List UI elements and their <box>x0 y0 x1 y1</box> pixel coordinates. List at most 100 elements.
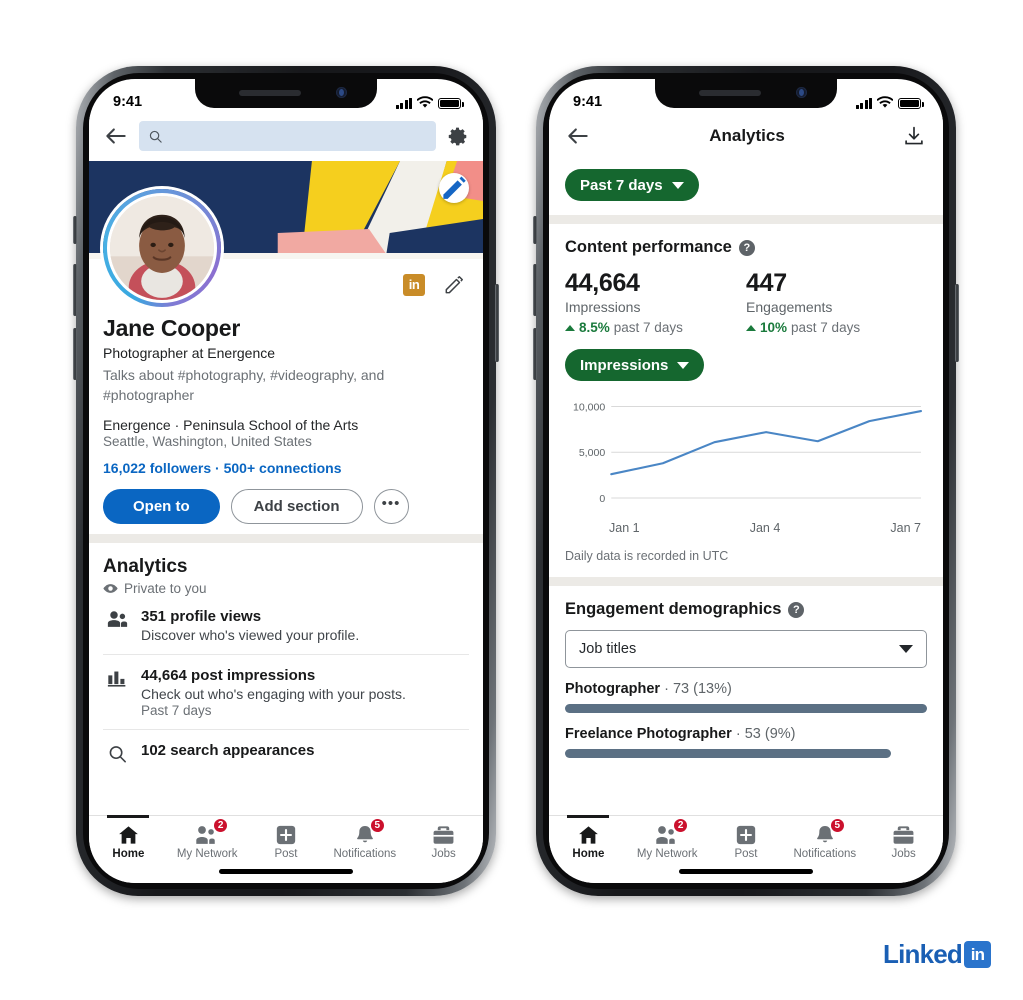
date-filter-bar: Past 7 days <box>549 161 943 215</box>
metric-selector-label: Impressions <box>580 356 669 374</box>
edit-banner-button[interactable] <box>439 173 469 203</box>
bell-icon: 5 <box>814 818 845 846</box>
bottom-nav-right: Home 2 My Network Post 5 Notifications J… <box>549 815 943 883</box>
earpiece-speaker <box>699 90 761 96</box>
nav-item-jobs[interactable]: Jobs <box>404 822 483 860</box>
analytics-row-text: 102 search appearances <box>141 742 314 769</box>
analytics-row-headline: 44,664 post impressions <box>141 666 316 684</box>
metric-trend: 10% past 7 days <box>746 320 927 335</box>
briefcase-icon <box>432 822 455 846</box>
nav-item-post[interactable]: Post <box>247 822 326 860</box>
metric-selector[interactable]: Impressions <box>565 349 705 381</box>
linkedin-logo: Linked in <box>883 939 991 970</box>
analytics-privacy: Private to you <box>103 581 469 596</box>
analytics-row-text: 44,664 post impressions Check out who's … <box>141 667 406 718</box>
notch <box>655 79 837 108</box>
nav-item-home[interactable]: Home <box>89 815 168 860</box>
analytics-row-profile-views[interactable]: 351 profile views Discover who's viewed … <box>103 596 469 655</box>
mute-switch[interactable] <box>533 216 537 244</box>
avatar <box>107 193 217 303</box>
profile-company-school[interactable]: Energence · Peninsula School of the Arts <box>103 417 469 433</box>
metric-trend: 8.5% past 7 days <box>565 320 746 335</box>
demographic-name: Freelance Photographer <box>565 726 732 742</box>
people-icon: 2 <box>655 818 689 846</box>
engagement-demographics-header: Engagement demographics ? <box>565 600 927 619</box>
chevron-down-icon <box>671 181 684 189</box>
nav-item-home[interactable]: Home <box>549 815 628 860</box>
active-indicator <box>107 815 150 818</box>
demographics-dropdown[interactable]: Job titles <box>565 630 927 668</box>
metric-impressions: 44,664 Impressions 8.5% past 7 days <box>565 269 746 335</box>
volume-down-button[interactable] <box>73 328 77 380</box>
search-input[interactable] <box>139 121 436 151</box>
analytics-section: Analytics Private to you 351 profile vie… <box>89 542 483 780</box>
demographic-percent: (9%) <box>764 726 796 742</box>
download-icon[interactable] <box>903 125 925 147</box>
power-button[interactable] <box>955 284 959 362</box>
add-section-button[interactable]: Add section <box>230 488 363 524</box>
demographic-label: Photographer · 73 (13%) <box>565 681 927 697</box>
demographic-count: 53 <box>744 726 761 742</box>
chevron-down-icon <box>899 645 913 653</box>
people-icon <box>107 608 129 643</box>
section-title: Content performance <box>565 238 732 256</box>
x-tick-label: Jan 1 <box>609 521 640 535</box>
profile-followers-connections[interactable]: 16,022 followers · 500+ connections <box>103 460 469 476</box>
impressions-line-chart: 0 5,000 10,000 <box>565 393 927 518</box>
battery-full-icon <box>438 97 464 109</box>
nav-item-my-network[interactable]: 2 My Network <box>168 818 247 860</box>
back-arrow-icon[interactable] <box>565 123 591 149</box>
power-button[interactable] <box>495 284 499 362</box>
x-tick-label: Jan 7 <box>890 521 921 535</box>
phone-screen-right: 9:41 Analytics Past 7 days Content perfo… <box>549 79 943 883</box>
question-mark-icon[interactable]: ? <box>738 239 755 256</box>
profile-buttons: Open to Add section ••• <box>103 488 469 524</box>
volume-up-button[interactable] <box>73 264 77 316</box>
avatar-ring[interactable] <box>103 189 221 307</box>
notch <box>195 79 377 108</box>
nav-item-post[interactable]: Post <box>707 822 786 860</box>
metric-value: 447 <box>746 269 787 297</box>
profile-card: in Jane Cooper Photographer at Energence… <box>89 189 483 534</box>
home-indicator[interactable] <box>219 869 353 874</box>
home-indicator[interactable] <box>679 869 813 874</box>
back-arrow-icon[interactable] <box>103 123 129 149</box>
analytics-row-text: 351 profile views Discover who's viewed … <box>141 608 359 643</box>
question-mark-icon[interactable]: ? <box>788 601 805 618</box>
metrics-row: 44,664 Impressions 8.5% past 7 days 447 … <box>565 269 927 335</box>
nav-label: Post <box>734 848 758 860</box>
nav-item-jobs[interactable]: Jobs <box>864 822 943 860</box>
edit-profile-icon[interactable] <box>443 274 465 296</box>
volume-up-button[interactable] <box>533 264 537 316</box>
nav-label: My Network <box>176 848 238 860</box>
open-to-work-badge[interactable]: in <box>403 274 425 296</box>
chart-y-tick-label: 10,000 <box>573 402 605 414</box>
search-icon <box>107 742 129 769</box>
more-options-button[interactable]: ••• <box>373 488 409 524</box>
trend-value: 8.5% <box>579 320 610 335</box>
profile-talks-about: Talks about #photography, #videography, … <box>103 367 385 403</box>
nav-item-notifications[interactable]: 5 Notifications <box>325 818 404 860</box>
demographic-row-photographer: Photographer · 73 (13%) <box>565 681 927 713</box>
analytics-privacy-label: Private to you <box>124 580 207 596</box>
trend-value: 10% <box>760 320 788 335</box>
demographic-sep: · <box>735 726 741 742</box>
front-camera-icon <box>796 87 807 98</box>
analytics-row-search-appearances[interactable]: 102 search appearances <box>103 730 469 780</box>
status-icons <box>855 95 924 109</box>
nav-badge: 2 <box>213 818 229 833</box>
analytics-row-post-impressions[interactable]: 44,664 post impressions Check out who's … <box>103 655 469 730</box>
analytics-row-headline: 102 search appearances <box>141 741 315 759</box>
page-title: Analytics <box>709 126 785 145</box>
gear-icon[interactable] <box>446 125 469 148</box>
volume-down-button[interactable] <box>533 328 537 380</box>
screenshot-stage: 9:41 in Jane Cooper Photographer at Ener… <box>0 0 1023 1000</box>
date-range-selector[interactable]: Past 7 days <box>565 169 699 201</box>
content-performance-header: Content performance ? <box>565 238 927 257</box>
mute-switch[interactable] <box>73 216 77 244</box>
profile-headline: Photographer at Energence <box>103 345 276 361</box>
cellular-bars-icon <box>855 97 872 109</box>
nav-item-notifications[interactable]: 5 Notifications <box>785 818 864 860</box>
nav-item-my-network[interactable]: 2 My Network <box>628 818 707 860</box>
open-to-button[interactable]: Open to <box>103 488 220 524</box>
